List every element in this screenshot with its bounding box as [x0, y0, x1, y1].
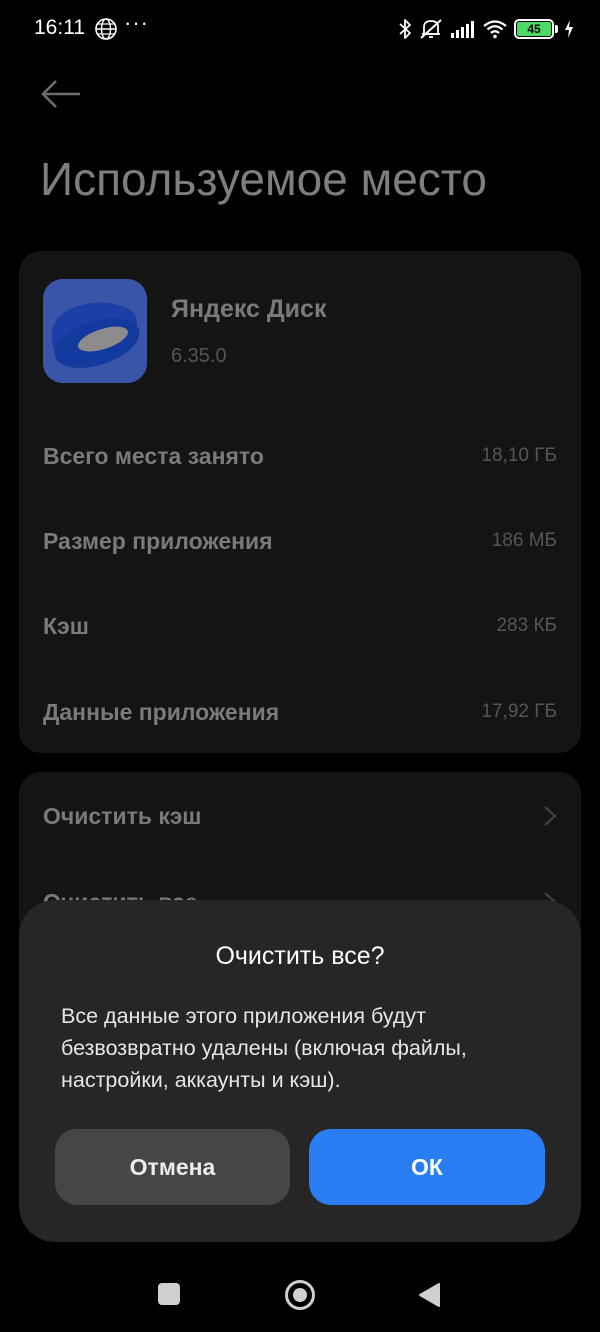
app-icon: [43, 279, 147, 383]
status-bar: 16:11 ··· 45: [0, 0, 600, 58]
yandex-disk-icon: [43, 279, 147, 383]
navigation-bar: [0, 1255, 600, 1332]
cancel-button[interactable]: Отмена: [55, 1129, 290, 1205]
storage-row-app-size: Размер приложения 186 МБ: [43, 521, 557, 561]
dialog-message: Все данные этого приложения будут безвоз…: [61, 1004, 467, 1092]
globe-icon: [95, 18, 117, 40]
storage-row-value: 17,92 ГБ: [481, 701, 557, 722]
status-time: 16:11: [34, 16, 85, 39]
storage-row-label: Данные приложения: [43, 698, 280, 725]
clear-cache-label: Очистить кэш: [43, 802, 202, 829]
status-icons: 45: [398, 16, 574, 42]
more-notifications-icon: ···: [124, 10, 149, 35]
back-triangle-icon[interactable]: [417, 1282, 441, 1308]
ok-button[interactable]: ОК: [309, 1129, 545, 1205]
app-storage-card: Яндекс Диск 6.35.0 Всего места занято 18…: [19, 251, 581, 753]
storage-row-total: Всего места занято 18,10 ГБ: [43, 436, 557, 476]
storage-row-value: 283 КБ: [496, 615, 557, 636]
app-name: Яндекс Диск: [171, 295, 327, 323]
wifi-icon: [483, 20, 507, 39]
dialog-title: Очистить все?: [215, 942, 385, 970]
charging-icon: [565, 20, 573, 38]
mute-icon: [420, 19, 442, 39]
chevron-right-icon: [544, 806, 557, 826]
storage-row-value: 186 МБ: [491, 530, 557, 551]
battery-tip: [555, 25, 558, 33]
clear-cache-item[interactable]: Очистить кэш: [43, 794, 557, 838]
app-version: 6.35.0: [171, 345, 227, 367]
storage-row-cache: Кэш 283 КБ: [43, 606, 557, 646]
signal-icon: [451, 21, 474, 38]
battery-level: 45: [527, 22, 541, 36]
storage-row-label: Всего места занято: [43, 442, 264, 469]
back-arrow-icon[interactable]: [40, 78, 82, 110]
page-title: Используемое место: [40, 153, 487, 205]
storage-row-label: Кэш: [43, 612, 89, 639]
home-icon[interactable]: [285, 1280, 315, 1310]
bluetooth-icon: [399, 19, 411, 39]
battery-icon: 45: [514, 19, 554, 39]
recents-icon[interactable]: [158, 1283, 180, 1305]
storage-row-app-data: Данные приложения 17,92 ГБ: [43, 692, 557, 732]
confirm-clear-dialog: Очистить все? Все данные этого приложени…: [19, 900, 581, 1242]
storage-row-value: 18,10 ГБ: [481, 445, 557, 466]
storage-row-label: Размер приложения: [43, 527, 273, 554]
